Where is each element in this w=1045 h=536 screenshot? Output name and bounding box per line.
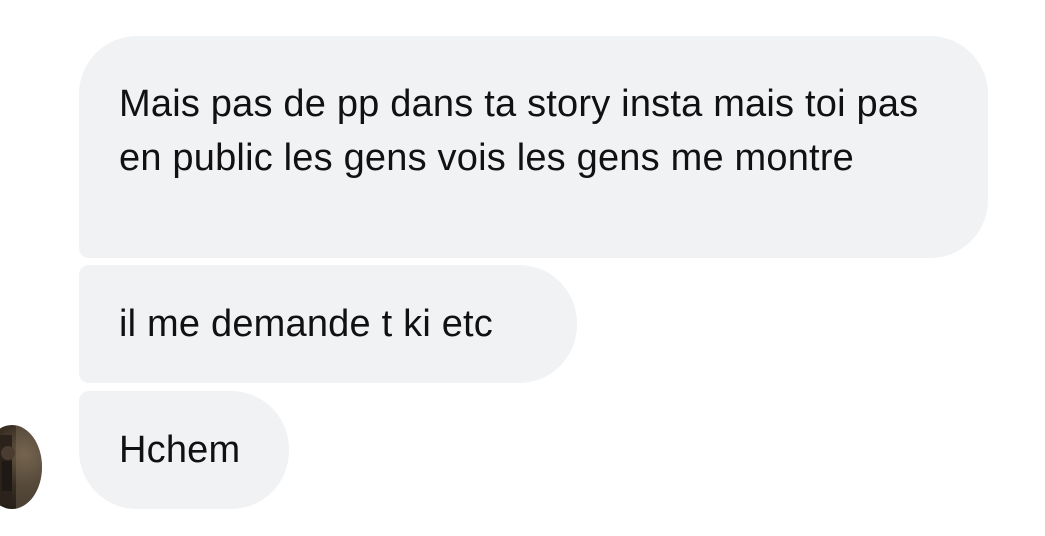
message-bubble[interactable]: il me demande t ki etc [79,265,577,383]
message-text: Hchem [119,429,241,471]
message-text: Mais pas de pp dans ta story insta mais … [119,83,919,179]
message-bubble[interactable]: Hchem [79,391,289,509]
avatar[interactable] [0,425,42,509]
message-text: il me demande t ki etc [119,303,494,345]
message-bubble[interactable]: Mais pas de pp dans ta story insta mais … [79,36,988,258]
avatar-photo-icon [0,425,42,509]
